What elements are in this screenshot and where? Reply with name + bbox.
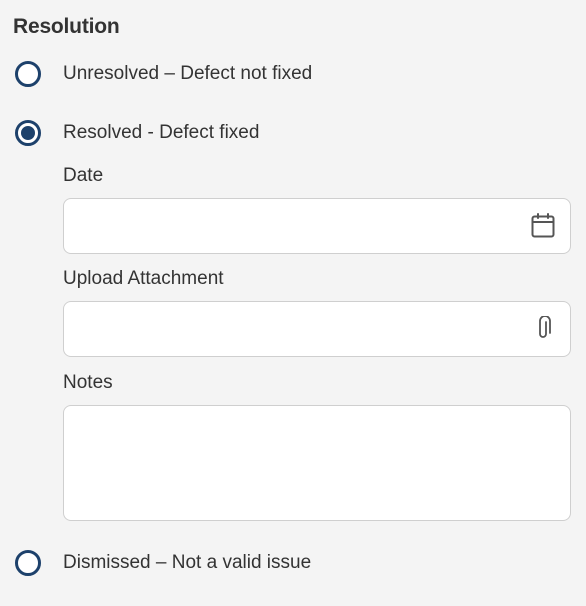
date-input[interactable] bbox=[78, 199, 522, 255]
radio-label-resolved: Resolved - Defect fixed bbox=[63, 122, 260, 143]
date-label: Date bbox=[63, 165, 104, 186]
radio-button-resolved[interactable] bbox=[15, 120, 41, 146]
radio-label-dismissed: Dismissed – Not a valid issue bbox=[63, 552, 312, 573]
calendar-icon[interactable] bbox=[530, 213, 556, 239]
radio-label-unresolved: Unresolved – Defect not fixed bbox=[63, 63, 313, 84]
upload-attachment-field[interactable] bbox=[63, 301, 571, 358]
notes-label: Notes bbox=[63, 372, 113, 393]
radio-option-resolved[interactable]: Resolved - Defect fixed bbox=[15, 120, 259, 146]
notes-textarea[interactable] bbox=[78, 416, 558, 514]
paperclip-icon[interactable] bbox=[530, 316, 556, 342]
upload-attachment-label: Upload Attachment bbox=[63, 268, 224, 289]
radio-option-unresolved[interactable]: Unresolved – Defect not fixed bbox=[15, 61, 312, 87]
radio-option-dismissed[interactable]: Dismissed – Not a valid issue bbox=[15, 550, 311, 576]
radio-button-unresolved[interactable] bbox=[15, 61, 41, 87]
radio-button-dismissed[interactable] bbox=[15, 550, 41, 576]
date-field[interactable] bbox=[63, 198, 571, 255]
upload-attachment-input[interactable] bbox=[78, 302, 522, 358]
section-title: Resolution bbox=[13, 15, 120, 38]
notes-field[interactable] bbox=[63, 405, 571, 521]
radio-selected-dot bbox=[21, 126, 35, 140]
